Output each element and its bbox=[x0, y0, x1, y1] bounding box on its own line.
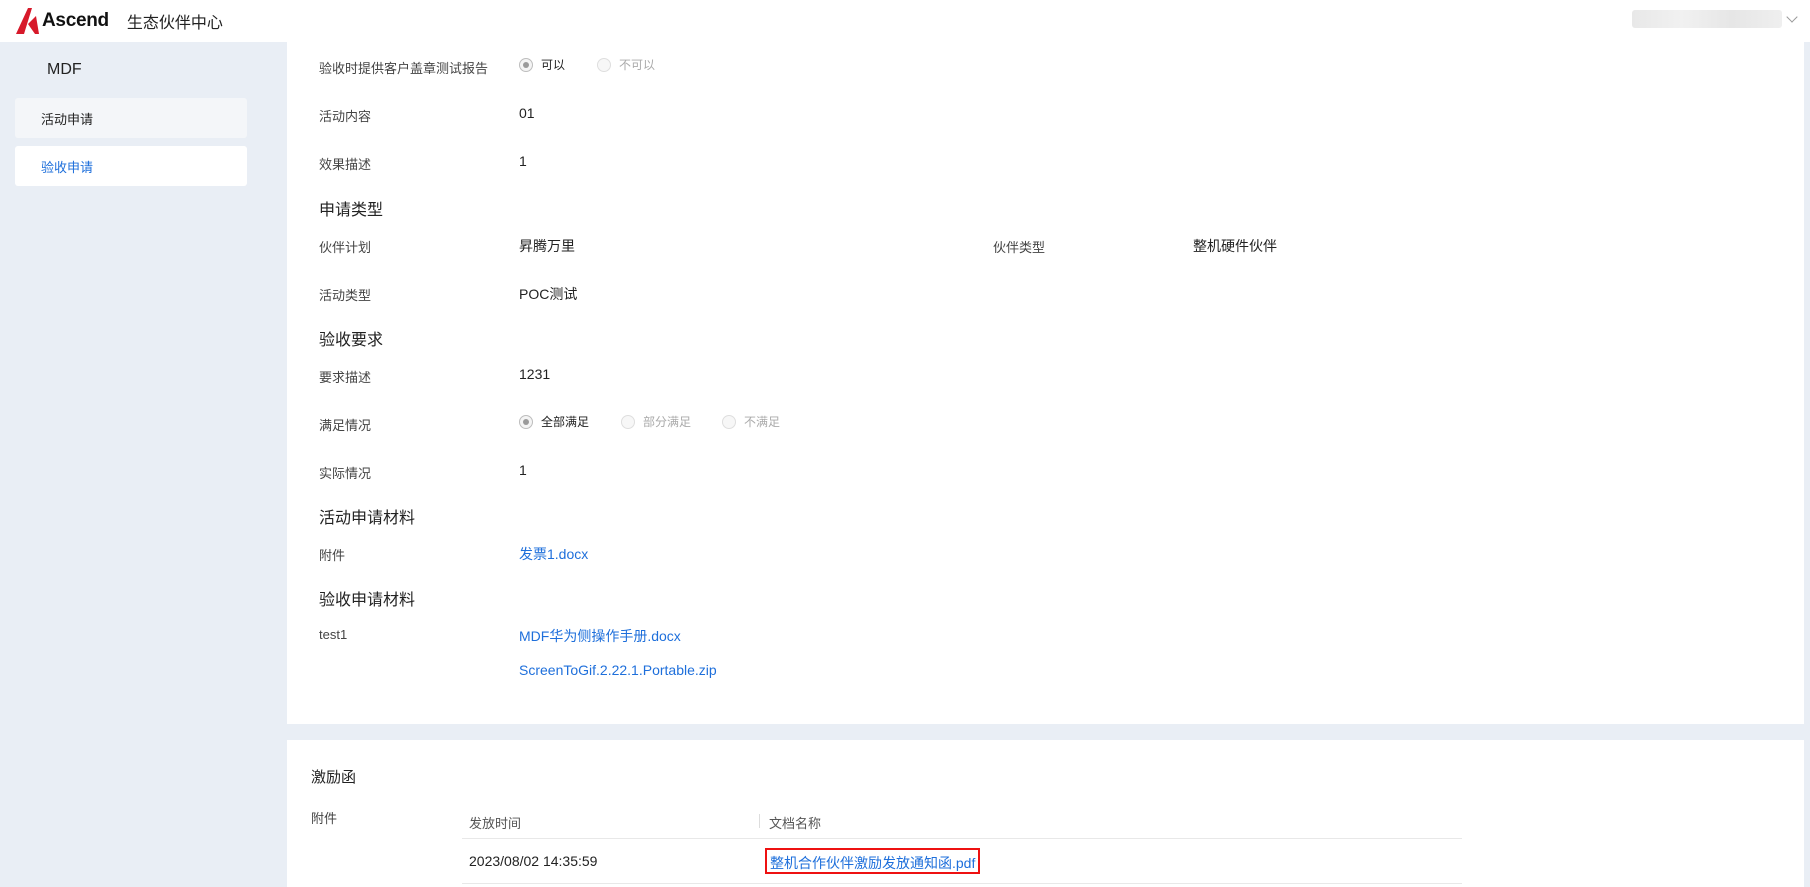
radio-label: 不满足 bbox=[744, 415, 781, 429]
radio-stamp-no[interactable]: 不可以 bbox=[597, 56, 655, 73]
section-acceptance-req: 验收要求 bbox=[319, 332, 384, 349]
radio-label: 全部满足 bbox=[541, 415, 590, 429]
activity-type-label: 活动类型 bbox=[319, 288, 372, 303]
file-link-invoice[interactable]: 发票1.docx bbox=[519, 544, 588, 564]
table-row: 2023/08/02 14:35:59 整机合作伙伴激励发放通知函.pdf bbox=[462, 840, 1462, 884]
section-acceptance-materials: 验收申请材料 bbox=[319, 592, 416, 609]
radio-satisfy-partial[interactable]: 部分满足 bbox=[621, 413, 691, 430]
incentive-letter-card: 激励函 附件 发放时间 文档名称 2023/08/02 14:35:59 整机合… bbox=[287, 740, 1804, 887]
activity-type-value: POC测试 bbox=[519, 286, 578, 302]
incentive-table-header: 发放时间 文档名称 bbox=[462, 803, 1462, 839]
actual-label: 实际情况 bbox=[319, 466, 372, 481]
column-divider bbox=[759, 814, 760, 828]
file-link-manual[interactable]: MDF华为侧操作手册.docx bbox=[519, 626, 681, 646]
activity-content-label: 活动内容 bbox=[319, 109, 372, 124]
file-link-screentogif[interactable]: ScreenToGif.2.22.1.Portable.zip bbox=[519, 662, 717, 678]
user-menu[interactable] bbox=[1632, 10, 1798, 28]
radio-unchecked-icon bbox=[621, 414, 635, 429]
partner-plan-label: 伙伴计划 bbox=[319, 240, 372, 255]
incentive-doc-link[interactable]: 整机合作伙伴激励发放通知函.pdf bbox=[765, 848, 981, 874]
radio-unchecked-icon bbox=[722, 414, 736, 429]
attachment-label: 附件 bbox=[319, 548, 346, 563]
acceptance-detail-card: 验收时提供客户盖章测试报告 可以 不可以 活动内容 01 效果描述 1 申请类型… bbox=[287, 42, 1804, 724]
radio-satisfy-all[interactable]: 全部满足 bbox=[519, 413, 589, 430]
material-item-label: test1 bbox=[319, 627, 348, 642]
logo-text: Ascend bbox=[42, 10, 109, 31]
incentive-title: 激励函 bbox=[311, 769, 357, 786]
chevron-down-icon bbox=[1786, 11, 1798, 23]
column-header-doc-name: 文档名称 bbox=[769, 816, 822, 831]
incentive-attachment-label: 附件 bbox=[311, 811, 338, 826]
partner-type-value: 整机硬件伙伴 bbox=[1193, 238, 1277, 254]
radio-checked-icon bbox=[519, 414, 533, 429]
partner-plan-value: 昇腾万里 bbox=[519, 238, 575, 254]
sidebar-item-acceptance-apply[interactable]: 验收申请 bbox=[15, 146, 247, 186]
top-header: Ascend 生态伙伴中心 bbox=[0, 0, 1810, 42]
app-title: 生态伙伴中心 bbox=[126, 15, 223, 32]
satisfaction-label: 满足情况 bbox=[319, 418, 372, 433]
radio-unchecked-icon bbox=[597, 57, 611, 72]
user-name-redacted bbox=[1632, 10, 1782, 28]
partner-type-label: 伙伴类型 bbox=[993, 240, 1046, 255]
radio-satisfy-none[interactable]: 不满足 bbox=[722, 413, 780, 430]
effect-desc-value: 1 bbox=[519, 153, 527, 169]
effect-desc-label: 效果描述 bbox=[319, 157, 372, 172]
radio-label: 可以 bbox=[541, 58, 566, 72]
radio-checked-icon bbox=[519, 57, 533, 72]
section-apply-type: 申请类型 bbox=[319, 202, 384, 219]
section-activity-materials: 活动申请材料 bbox=[319, 510, 416, 527]
sidebar-item-activity-apply[interactable]: 活动申请 bbox=[15, 98, 247, 138]
actual-value: 1 bbox=[519, 462, 527, 478]
activity-content-value: 01 bbox=[519, 105, 535, 121]
sidebar: MDF 活动申请 验收申请 bbox=[0, 42, 265, 887]
stamp-report-label: 验收时提供客户盖章测试报告 bbox=[319, 61, 489, 76]
req-desc-value: 1231 bbox=[519, 366, 551, 382]
req-desc-label: 要求描述 bbox=[319, 370, 372, 385]
ascend-logo[interactable]: Ascend bbox=[14, 6, 109, 36]
radio-stamp-yes[interactable]: 可以 bbox=[519, 56, 565, 73]
radio-label: 部分满足 bbox=[643, 415, 692, 429]
sidebar-title: MDF bbox=[47, 61, 82, 78]
radio-label: 不可以 bbox=[619, 58, 656, 72]
column-header-issue-time: 发放时间 bbox=[469, 816, 522, 831]
issue-time-cell: 2023/08/02 14:35:59 bbox=[469, 853, 598, 869]
ascend-logo-icon bbox=[16, 8, 39, 34]
